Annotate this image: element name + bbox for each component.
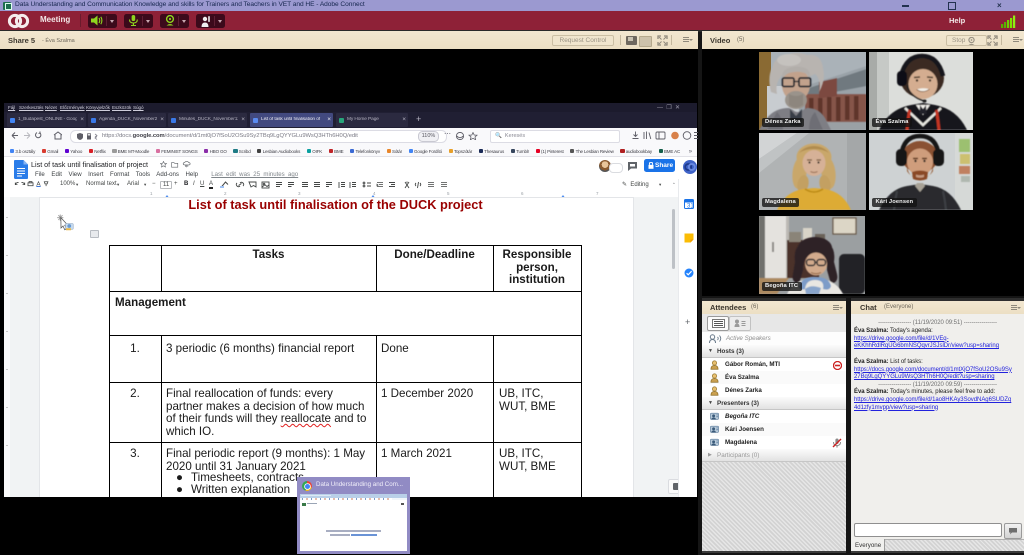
- svg-text:31: 31: [687, 203, 694, 208]
